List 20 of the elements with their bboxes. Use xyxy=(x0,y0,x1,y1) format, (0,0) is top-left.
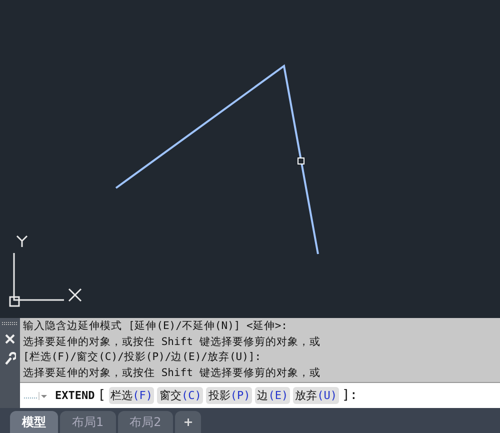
history-line: 输入隐含边延伸模式 [延伸(E)/不延伸(N)] <延伸>: xyxy=(23,319,289,334)
command-option[interactable]: 边(E) xyxy=(255,387,290,404)
bracket: [ xyxy=(98,388,106,403)
polyline-drawing[interactable] xyxy=(115,64,319,254)
add-layout-button[interactable]: + xyxy=(175,411,202,433)
command-option[interactable]: 窗交(C) xyxy=(157,387,204,404)
close-icon[interactable] xyxy=(5,334,15,344)
command-option[interactable]: 栏选(F) xyxy=(108,387,154,404)
bracket: ]: xyxy=(342,388,358,403)
history-line: 选择要延伸的对象，或按住 Shift 键选择要修剪的对象，或 xyxy=(23,334,322,350)
history-line: [栏选(F)/窗交(C)/投影(P)/边(E)/放弃(U)]: xyxy=(23,350,262,365)
command-input[interactable]: EXTEND [ 栏选(F) 窗交(C) 投影(P) 边(E) 放弃(U) ]: xyxy=(20,382,500,408)
command-option[interactable]: 投影(P) xyxy=(206,387,252,404)
recent-commands-icon[interactable] xyxy=(24,392,48,400)
history-line: 选择要延伸的对象，或按住 Shift 键选择要修剪的对象，或 xyxy=(23,366,322,380)
command-name: EXTEND xyxy=(55,389,95,402)
wrench-icon[interactable] xyxy=(4,352,16,365)
command-option[interactable]: 放弃(U) xyxy=(293,387,339,404)
layout-tab[interactable]: 模型 xyxy=(10,411,58,433)
grip-handle[interactable] xyxy=(298,158,304,164)
